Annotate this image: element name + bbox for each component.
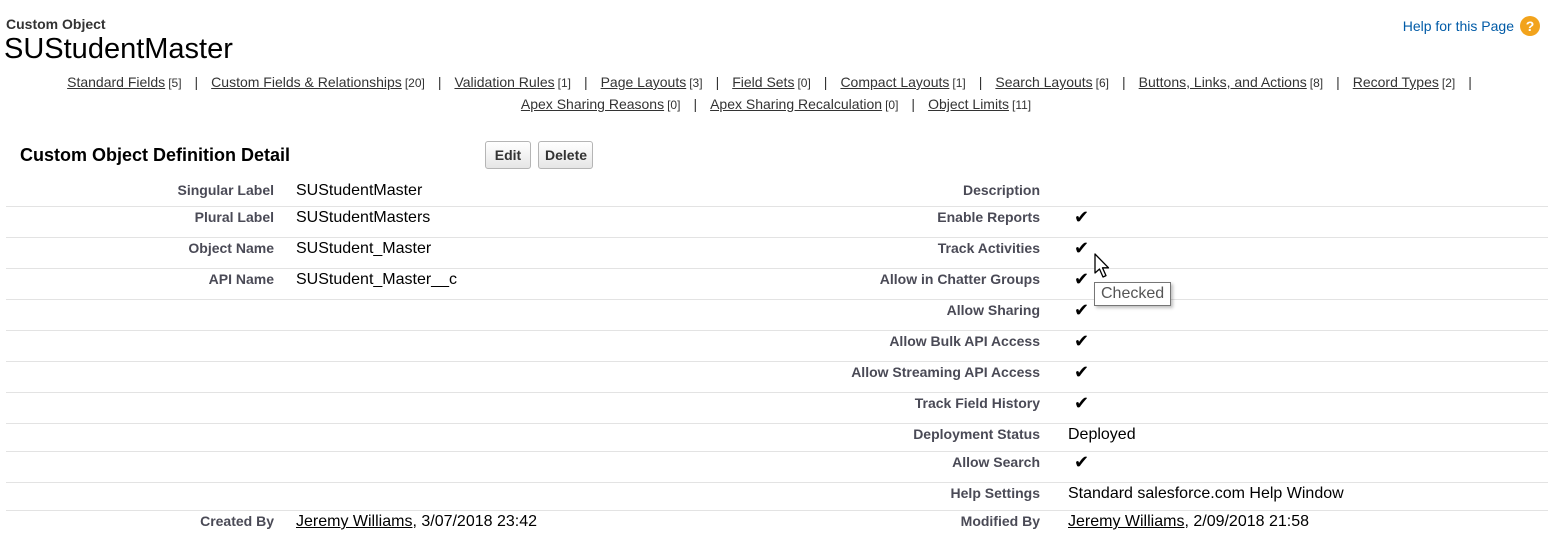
field-label-deployment-status: Deployment Status	[913, 426, 1040, 442]
field-label-singular-label: Singular Label	[177, 182, 274, 198]
checkmark-icon: ✔	[1074, 207, 1090, 227]
page-title: SUStudentMaster	[4, 33, 233, 65]
created-by-user-link[interactable]: Jeremy Williams	[296, 513, 412, 530]
checked-tooltip: Checked	[1094, 282, 1172, 306]
nav-link-standard-fields[interactable]: Standard Fields	[67, 74, 165, 90]
nav-separator: |	[583, 74, 588, 90]
field-value-deployment-status: Deployed	[1068, 426, 1136, 443]
help-question-icon[interactable]: ?	[1520, 16, 1540, 36]
created-by-date: , 3/07/2018 23:42	[412, 513, 538, 530]
nav-separator: |	[194, 74, 199, 90]
field-label-plural-label: Plural Label	[194, 209, 274, 225]
nav-count: [3]	[689, 76, 703, 90]
detail-row: Created By Jeremy Williams, 3/07/2018 23:…	[6, 510, 1548, 540]
nav-link-page-layouts[interactable]: Page Layouts	[601, 74, 687, 90]
nav-line-2: Apex Sharing Reasons [0] | Apex Sharing Rec…	[0, 94, 1552, 116]
field-value-plural-label: SUStudentMasters	[296, 209, 431, 226]
nav-separator: |	[911, 96, 916, 112]
checkmark-icon: ✔	[1074, 331, 1090, 351]
help-area: Help for this Page ?	[1403, 16, 1540, 36]
field-value-help-settings: Standard salesforce.com Help Window	[1068, 485, 1344, 502]
detail-row: Allow Search ✔	[6, 451, 1548, 483]
detail-row: Help Settings Standard salesforce.com Hel…	[6, 482, 1548, 511]
mouse-cursor-icon	[1094, 253, 1110, 278]
nav-link-apex-sharing-reasons[interactable]: Apex Sharing Reasons	[521, 96, 664, 112]
nav-count: [8]	[1309, 76, 1324, 90]
field-label-description: Description	[962, 182, 1040, 198]
nav-link-buttons-links-and-actions[interactable]: Buttons, Links, and Actions	[1139, 74, 1307, 90]
nav-separator: |	[693, 96, 698, 112]
nav-count: [6]	[1095, 76, 1110, 90]
detail-row: API Name SUStudent_Master__c Allow in Chat…	[6, 268, 1548, 300]
delete-button[interactable]: Delete	[538, 141, 593, 169]
field-label-allow-bulk-api-access: Allow Bulk API Access	[889, 333, 1040, 349]
nav-separator: |	[715, 74, 720, 90]
nav-separator: |	[1468, 74, 1472, 90]
nav-line-1: Standard Fields [5] | Custom Fields & Relat…	[0, 72, 1552, 94]
modified-by-user-link[interactable]: Jeremy Williams	[1068, 513, 1184, 530]
nav-link-apex-sharing-recalculation[interactable]: Apex Sharing Recalculation	[710, 96, 882, 112]
nav-count: [0]	[667, 98, 681, 112]
nav-count: [1]	[952, 76, 966, 90]
checkmark-icon: ✔	[1074, 393, 1090, 413]
related-list-nav: Standard Fields [5] | Custom Fields & Relat…	[0, 72, 1552, 116]
nav-link-field-sets[interactable]: Field Sets	[732, 74, 794, 90]
nav-count: [1]	[557, 76, 571, 90]
detail-row: Plural Label SUStudentMasters Enable Repor…	[6, 206, 1548, 238]
nav-link-search-layouts[interactable]: Search Layouts	[995, 74, 1092, 90]
modified-by-date: , 2/09/2018 21:58	[1184, 513, 1310, 530]
field-label-allow-in-chatter-groups: Allow in Chatter Groups	[879, 271, 1040, 287]
field-value-singular-label: SUStudentMaster	[296, 182, 423, 199]
detail-row: Allow Streaming API Access ✔	[6, 361, 1548, 393]
help-link[interactable]: Help for this Page	[1403, 18, 1514, 34]
nav-count: [11]	[1011, 98, 1032, 112]
nav-link-object-limits[interactable]: Object Limits	[928, 96, 1009, 112]
checkmark-icon: ✔	[1074, 452, 1090, 472]
nav-separator: |	[437, 74, 442, 90]
field-label-help-settings: Help Settings	[950, 485, 1040, 501]
nav-link-compact-layouts[interactable]: Compact Layouts	[840, 74, 949, 90]
nav-count: [5]	[168, 76, 182, 90]
field-label-modified-by: Modified By	[960, 513, 1040, 529]
checkmark-icon: ✔	[1074, 300, 1090, 320]
nav-separator: |	[978, 74, 983, 90]
edit-button[interactable]: Edit	[485, 141, 531, 169]
field-value-api-name: SUStudent_Master__c	[296, 271, 457, 288]
field-label-allow-search: Allow Search	[952, 454, 1040, 470]
checkmark-icon: ✔	[1074, 269, 1090, 289]
nav-count: [20]	[404, 76, 425, 90]
nav-separator: |	[1336, 74, 1340, 90]
nav-link-record-types[interactable]: Record Types	[1353, 74, 1439, 90]
detail-row: Allow Sharing ✔	[6, 299, 1548, 331]
field-label-allow-sharing: Allow Sharing	[946, 302, 1040, 318]
field-label-track-field-history: Track Field History	[914, 395, 1040, 411]
detail-row: Allow Bulk API Access ✔	[6, 330, 1548, 362]
nav-separator: |	[1122, 74, 1126, 90]
object-type-label: Custom Object	[6, 16, 106, 32]
nav-link-validation-rules[interactable]: Validation Rules	[454, 74, 554, 90]
field-label-object-name: Object Name	[188, 240, 274, 256]
nav-count: [0]	[885, 98, 899, 112]
detail-row: Track Field History ✔	[6, 392, 1548, 424]
field-label-api-name: API Name	[208, 271, 274, 287]
detail-row: Singular Label SUStudentMaster Description	[6, 179, 1548, 207]
section-title: Custom Object Definition Detail	[20, 145, 291, 165]
field-label-track-activities: Track Activities	[937, 240, 1040, 256]
field-value-modified-by: Jeremy Williams, 2/09/2018 21:58	[1068, 513, 1309, 531]
checkmark-icon: ✔	[1074, 238, 1090, 258]
nav-link-custom-fields-relationships[interactable]: Custom Fields & Relationships	[211, 74, 402, 90]
detail-row: Object Name SUStudent_Master Track Activit…	[6, 237, 1548, 269]
nav-separator: |	[823, 74, 828, 90]
nav-count: [2]	[1441, 76, 1456, 90]
field-value-object-name: SUStudent_Master	[296, 240, 432, 257]
field-value-created-by: Jeremy Williams, 3/07/2018 23:42	[296, 513, 537, 531]
checkmark-icon: ✔	[1074, 362, 1090, 382]
detail-row: Deployment Status Deployed	[6, 423, 1548, 452]
field-label-allow-streaming-api-access: Allow Streaming API Access	[851, 364, 1040, 380]
field-label-created-by: Created By	[200, 513, 274, 529]
field-label-enable-reports: Enable Reports	[937, 209, 1040, 225]
nav-count: [0]	[797, 76, 811, 90]
